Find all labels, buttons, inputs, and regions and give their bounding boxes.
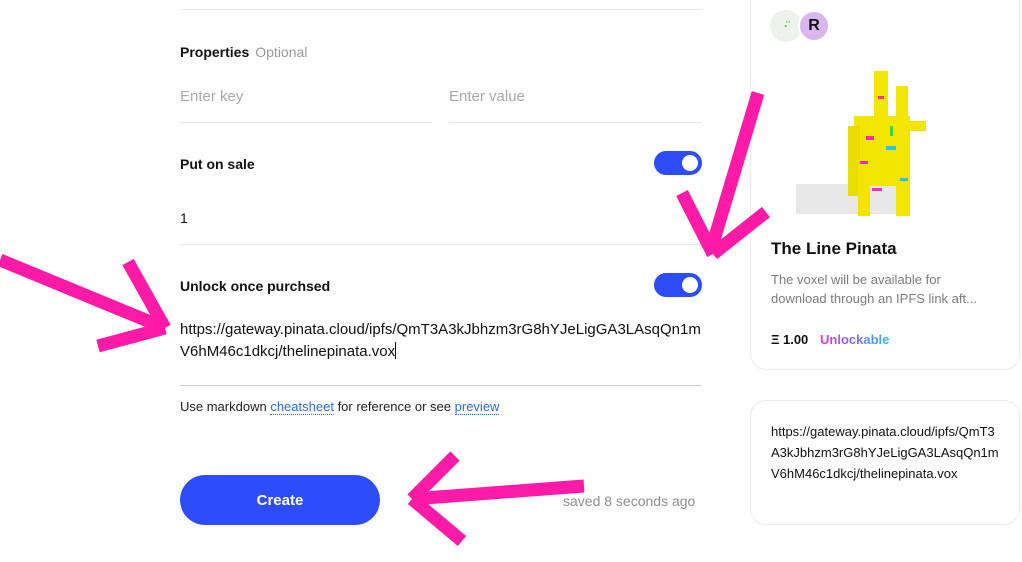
- toggle-knob: [682, 277, 698, 293]
- unlockable-badge: Unlockable: [820, 332, 890, 347]
- value-placeholder: Enter value: [449, 88, 525, 105]
- unlock-title: Unlock once purchsed: [180, 278, 331, 294]
- text-caret: [395, 342, 397, 359]
- price-input[interactable]: 1: [180, 210, 702, 245]
- unlock-content-textarea[interactable]: https://gateway.pinata.cloud/ipfs/QmT3A3…: [180, 319, 702, 386]
- voxel-art-image: [796, 71, 926, 216]
- properties-title: Properties Optional: [180, 44, 307, 60]
- arrow-to-unlock-field: [0, 253, 171, 353]
- preview-link[interactable]: preview: [454, 399, 500, 415]
- property-key-input[interactable]: Enter key: [180, 88, 432, 123]
- unlock-preview-text: https://gateway.pinata.cloud/ipfs/QmT3A3…: [771, 424, 999, 481]
- saved-status: saved 8 seconds ago: [563, 493, 696, 509]
- create-button[interactable]: Create: [180, 475, 380, 525]
- property-value-input[interactable]: Enter value: [449, 88, 702, 123]
- unlock-toggle[interactable]: [654, 273, 702, 297]
- unlock-content-text: https://gateway.pinata.cloud/ipfs/QmT3A3…: [180, 321, 701, 360]
- card-title: The Line Pinata: [771, 239, 897, 258]
- put-on-sale-toggle[interactable]: [654, 151, 702, 175]
- help-prefix: Use markdown: [180, 399, 267, 414]
- card-price: Ξ 1.00: [771, 332, 809, 347]
- key-placeholder: Enter key: [180, 88, 244, 105]
- price-value: 1: [180, 210, 188, 226]
- collection-avatar[interactable]: R: [798, 10, 830, 42]
- card-description: The voxel will be available for download…: [771, 272, 977, 306]
- help-middle: for reference or see: [337, 399, 452, 414]
- properties-label: Properties: [180, 44, 250, 60]
- put-on-sale-title: Put on sale: [180, 156, 255, 172]
- top-divider: [180, 9, 702, 10]
- cheatsheet-link[interactable]: cheatsheet: [270, 399, 334, 415]
- toggle-knob: [682, 155, 698, 171]
- optional-label: Optional: [255, 44, 308, 60]
- arrow-to-create-button: [407, 451, 585, 546]
- markdown-help: Use markdown cheatsheet for reference or…: [180, 399, 500, 415]
